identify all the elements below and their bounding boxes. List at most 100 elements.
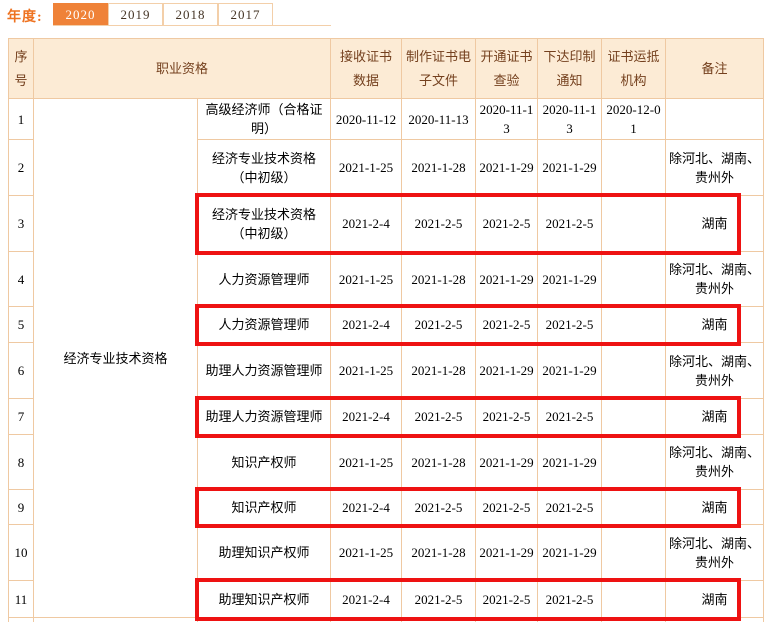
row-number-cell: 2 bbox=[9, 140, 34, 196]
empty-cell bbox=[602, 618, 666, 622]
header-open-check: 开通证书查验 bbox=[476, 39, 538, 99]
remark-cell: 除河北、湖南、贵州外 bbox=[666, 343, 764, 399]
row-number-cell: 7 bbox=[9, 399, 34, 435]
arrive-date-cell bbox=[602, 343, 666, 399]
arrive-date-cell bbox=[602, 140, 666, 196]
qualification-cell: 知识产权师 bbox=[198, 435, 331, 490]
make-date-cell: 2021-2-5 bbox=[402, 581, 476, 618]
receive-date-cell: 2021-1-25 bbox=[331, 435, 402, 490]
open-date-cell: 2021-1-29 bbox=[476, 140, 538, 196]
receive-date-cell: 2021-1-25 bbox=[331, 252, 402, 307]
certificate-progress-page: 年度: 2020201920182017 序号 职业资格 接收证书数据 制作证书… bbox=[0, 0, 769, 622]
empty-cell bbox=[9, 618, 34, 622]
notice-date-cell: 2020-11-13 bbox=[538, 99, 602, 140]
row-number-cell: 1 bbox=[9, 99, 34, 140]
make-date-cell: 2021-1-28 bbox=[402, 140, 476, 196]
qualification-cell: 助理知识产权师 bbox=[198, 525, 331, 581]
row-number-cell: 3 bbox=[9, 196, 34, 252]
year-tabs: 2020201920182017 bbox=[53, 2, 331, 26]
header-no: 序号 bbox=[9, 39, 34, 99]
qualification-cell: 高级经济师（合格证明） bbox=[198, 99, 331, 140]
open-date-cell: 2021-1-29 bbox=[476, 525, 538, 581]
receive-date-cell: 2021-2-4 bbox=[331, 399, 402, 435]
row-number-cell: 4 bbox=[9, 252, 34, 307]
year-tab-2019[interactable]: 2019 bbox=[108, 3, 163, 25]
receive-date-cell: 2021-1-25 bbox=[331, 343, 402, 399]
receive-date-cell: 2021-2-4 bbox=[331, 196, 402, 252]
qualification-cell: 知识产权师 bbox=[198, 490, 331, 525]
year-tab-2020[interactable]: 2020 bbox=[53, 3, 108, 25]
header-row: 序号 职业资格 接收证书数据 制作证书电子文件 开通证书查验 下达印制通知 证书… bbox=[9, 39, 764, 99]
row-number-cell: 5 bbox=[9, 307, 34, 343]
header-arrive-org: 证书运抵机构 bbox=[602, 39, 666, 99]
empty-cell bbox=[476, 618, 538, 622]
row-number-cell: 8 bbox=[9, 435, 34, 490]
receive-date-cell: 2021-2-4 bbox=[331, 581, 402, 618]
open-date-cell: 2021-1-29 bbox=[476, 435, 538, 490]
table-row-partial bbox=[9, 618, 764, 622]
notice-date-cell: 2021-2-5 bbox=[538, 399, 602, 435]
notice-date-cell: 2021-1-29 bbox=[538, 525, 602, 581]
qualification-group-cell: 经济专业技术资格 bbox=[34, 99, 198, 618]
arrive-date-cell bbox=[602, 525, 666, 581]
row-number-cell: 6 bbox=[9, 343, 34, 399]
arrive-date-cell bbox=[602, 307, 666, 343]
row-number-cell: 10 bbox=[9, 525, 34, 581]
year-tab-2017[interactable]: 2017 bbox=[218, 3, 273, 25]
receive-date-cell: 2020-11-12 bbox=[331, 99, 402, 140]
make-date-cell: 2021-2-5 bbox=[402, 399, 476, 435]
remark-cell: 除河北、湖南、贵州外 bbox=[666, 435, 764, 490]
header-print-notice: 下达印制通知 bbox=[538, 39, 602, 99]
open-date-cell: 2021-1-29 bbox=[476, 252, 538, 307]
qualification-cell: 助理人力资源管理师 bbox=[198, 399, 331, 435]
remark-cell: 除河北、湖南、贵州外 bbox=[666, 140, 764, 196]
empty-cell bbox=[402, 618, 476, 622]
header-make-efile: 制作证书电子文件 bbox=[402, 39, 476, 99]
remark-cell bbox=[666, 99, 764, 140]
open-date-cell: 2020-11-13 bbox=[476, 99, 538, 140]
certificate-progress-table: 序号 职业资格 接收证书数据 制作证书电子文件 开通证书查验 下达印制通知 证书… bbox=[8, 38, 764, 622]
open-date-cell: 2021-1-29 bbox=[476, 343, 538, 399]
row-number-cell: 9 bbox=[9, 490, 34, 525]
arrive-date-cell bbox=[602, 196, 666, 252]
year-tab-2018[interactable]: 2018 bbox=[163, 3, 218, 25]
open-date-cell: 2021-2-5 bbox=[476, 490, 538, 525]
empty-cell bbox=[538, 618, 602, 622]
arrive-date-cell bbox=[602, 399, 666, 435]
open-date-cell: 2021-2-5 bbox=[476, 399, 538, 435]
notice-date-cell: 2021-1-29 bbox=[538, 252, 602, 307]
qualification-cell: 经济专业技术资格（中初级） bbox=[198, 196, 331, 252]
header-remark: 备注 bbox=[666, 39, 764, 99]
remark-cell: 除河北、湖南、贵州外 bbox=[666, 252, 764, 307]
remark-cell: 湖南 bbox=[666, 399, 764, 435]
qualification-cell: 人力资源管理师 bbox=[198, 307, 331, 343]
year-filter-label: 年度: bbox=[7, 6, 43, 26]
receive-date-cell: 2021-1-25 bbox=[331, 525, 402, 581]
arrive-date-cell bbox=[602, 435, 666, 490]
empty-cell bbox=[198, 618, 331, 622]
arrive-date-cell bbox=[602, 490, 666, 525]
make-date-cell: 2021-2-5 bbox=[402, 307, 476, 343]
empty-cell bbox=[34, 618, 198, 622]
make-date-cell: 2021-1-28 bbox=[402, 525, 476, 581]
remark-cell: 湖南 bbox=[666, 307, 764, 343]
notice-date-cell: 2021-1-29 bbox=[538, 343, 602, 399]
arrive-date-cell bbox=[602, 252, 666, 307]
open-date-cell: 2021-2-5 bbox=[476, 196, 538, 252]
make-date-cell: 2021-2-5 bbox=[402, 490, 476, 525]
open-date-cell: 2021-2-5 bbox=[476, 307, 538, 343]
header-qualification: 职业资格 bbox=[34, 39, 331, 99]
notice-date-cell: 2021-2-5 bbox=[538, 196, 602, 252]
row-number-cell: 11 bbox=[9, 581, 34, 618]
remark-cell: 湖南 bbox=[666, 581, 764, 618]
receive-date-cell: 2021-2-4 bbox=[331, 307, 402, 343]
header-receive-data: 接收证书数据 bbox=[331, 39, 402, 99]
qualification-cell: 助理知识产权师 bbox=[198, 581, 331, 618]
notice-date-cell: 2021-1-29 bbox=[538, 435, 602, 490]
notice-date-cell: 2021-2-5 bbox=[538, 490, 602, 525]
qualification-cell: 助理人力资源管理师 bbox=[198, 343, 331, 399]
qualification-cell: 经济专业技术资格（中初级） bbox=[198, 140, 331, 196]
make-date-cell: 2021-1-28 bbox=[402, 343, 476, 399]
receive-date-cell: 2021-1-25 bbox=[331, 140, 402, 196]
empty-cell bbox=[666, 618, 764, 622]
